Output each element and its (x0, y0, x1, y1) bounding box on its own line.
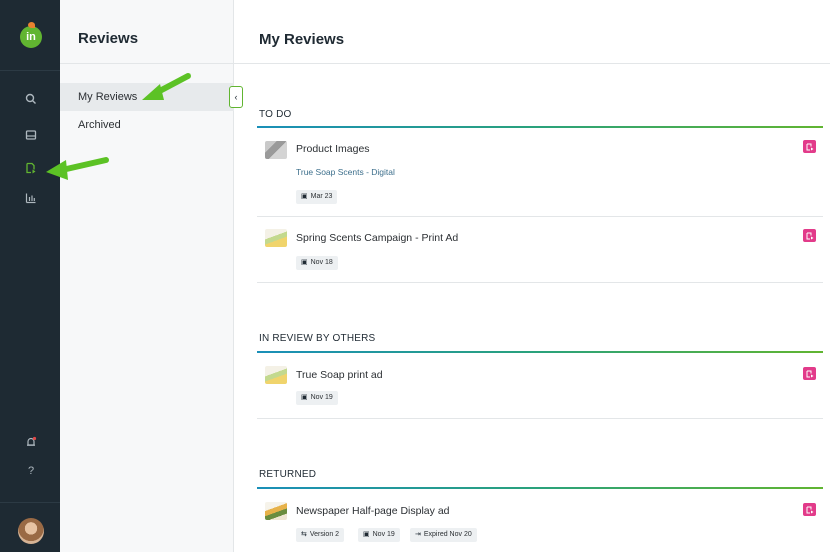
section-rule (257, 487, 823, 489)
due-date-text: Nov 19 (372, 531, 395, 538)
open-review-button[interactable] (803, 503, 816, 516)
due-date-text: Mar 23 (310, 193, 333, 200)
search-icon[interactable] (22, 90, 40, 108)
subnav-divider (60, 63, 234, 64)
avatar[interactable] (18, 518, 44, 544)
chevron-left-icon: ‹ (234, 92, 238, 102)
analytics-icon[interactable] (22, 189, 40, 207)
review-title[interactable]: Spring Scents Campaign - Print Ad (296, 232, 458, 244)
notifications-icon[interactable] (22, 433, 40, 451)
calendar-icon: ▣ (301, 259, 308, 266)
subnav-item-archived[interactable]: Archived (60, 111, 234, 139)
app-rail: in ? (0, 0, 60, 552)
version-text: Version 2 (309, 531, 340, 538)
version-chip: ⇆ Version 2 (296, 528, 345, 542)
due-date-chip: ▣ Mar 23 (296, 190, 338, 204)
open-review-button[interactable] (803, 140, 816, 153)
inbox-icon[interactable] (22, 126, 40, 144)
page-title: My Reviews (259, 31, 345, 48)
review-title[interactable]: Product Images (296, 143, 370, 155)
annotation-arrow-icon (46, 157, 109, 180)
open-review-button[interactable] (803, 367, 816, 380)
calendar-icon: ▣ (301, 394, 308, 401)
review-icon[interactable] (22, 159, 40, 177)
row-divider (257, 216, 823, 217)
help-text: ? (27, 465, 35, 477)
section-title-returned: RETURNED (259, 469, 317, 480)
section-rule (257, 126, 823, 128)
main-header: My Reviews (234, 0, 830, 64)
open-review-icon (806, 506, 813, 513)
open-review-icon (806, 370, 813, 377)
version-icon: ⇆ (301, 531, 307, 538)
thumbnail-newspaper-ad[interactable] (265, 502, 287, 520)
row-divider (257, 418, 823, 419)
section-title-to-do: TO DO (259, 109, 292, 120)
review-title[interactable]: True Soap print ad (296, 369, 383, 381)
due-date-chip: ▣ Nov 18 (296, 256, 338, 270)
expired-icon: ⇥ (415, 531, 421, 538)
due-date-chip: ▣ Nov 19 (358, 528, 400, 542)
section-title-in-review-by-others: IN REVIEW BY OTHERS (259, 333, 376, 344)
review-title[interactable]: Newspaper Half-page Display ad (296, 505, 450, 517)
collapse-panel-button[interactable]: ‹ (229, 86, 243, 108)
help-icon[interactable]: ? (22, 462, 40, 480)
logo-text: in (26, 31, 36, 43)
review-project[interactable]: True Soap Scents - Digital (296, 167, 395, 177)
subnav-title: Reviews (78, 30, 139, 47)
due-date-text: Nov 18 (310, 259, 333, 266)
rail-divider-bottom (0, 502, 60, 503)
logo-leaf-icon (28, 22, 35, 28)
calendar-icon: ▣ (363, 531, 370, 538)
due-date-chip: ▣ Nov 19 (296, 391, 338, 405)
annotation-arrow-icon (142, 73, 191, 100)
row-divider (257, 282, 823, 283)
open-review-icon (806, 143, 813, 150)
calendar-icon: ▣ (301, 193, 308, 200)
rail-divider-top (0, 70, 60, 71)
expired-text: Expired Nov 20 (423, 531, 472, 538)
expired-chip: ⇥ Expired Nov 20 (410, 528, 477, 542)
thumbnail-true-soap-print-ad[interactable] (265, 366, 287, 384)
open-review-icon (806, 232, 813, 239)
app-logo[interactable]: in (20, 22, 42, 48)
open-review-button[interactable] (803, 229, 816, 242)
thumbnail-product-images[interactable] (265, 141, 287, 159)
section-rule (257, 351, 823, 353)
thumbnail-spring-scents[interactable] (265, 229, 287, 247)
due-date-text: Nov 19 (310, 394, 333, 401)
